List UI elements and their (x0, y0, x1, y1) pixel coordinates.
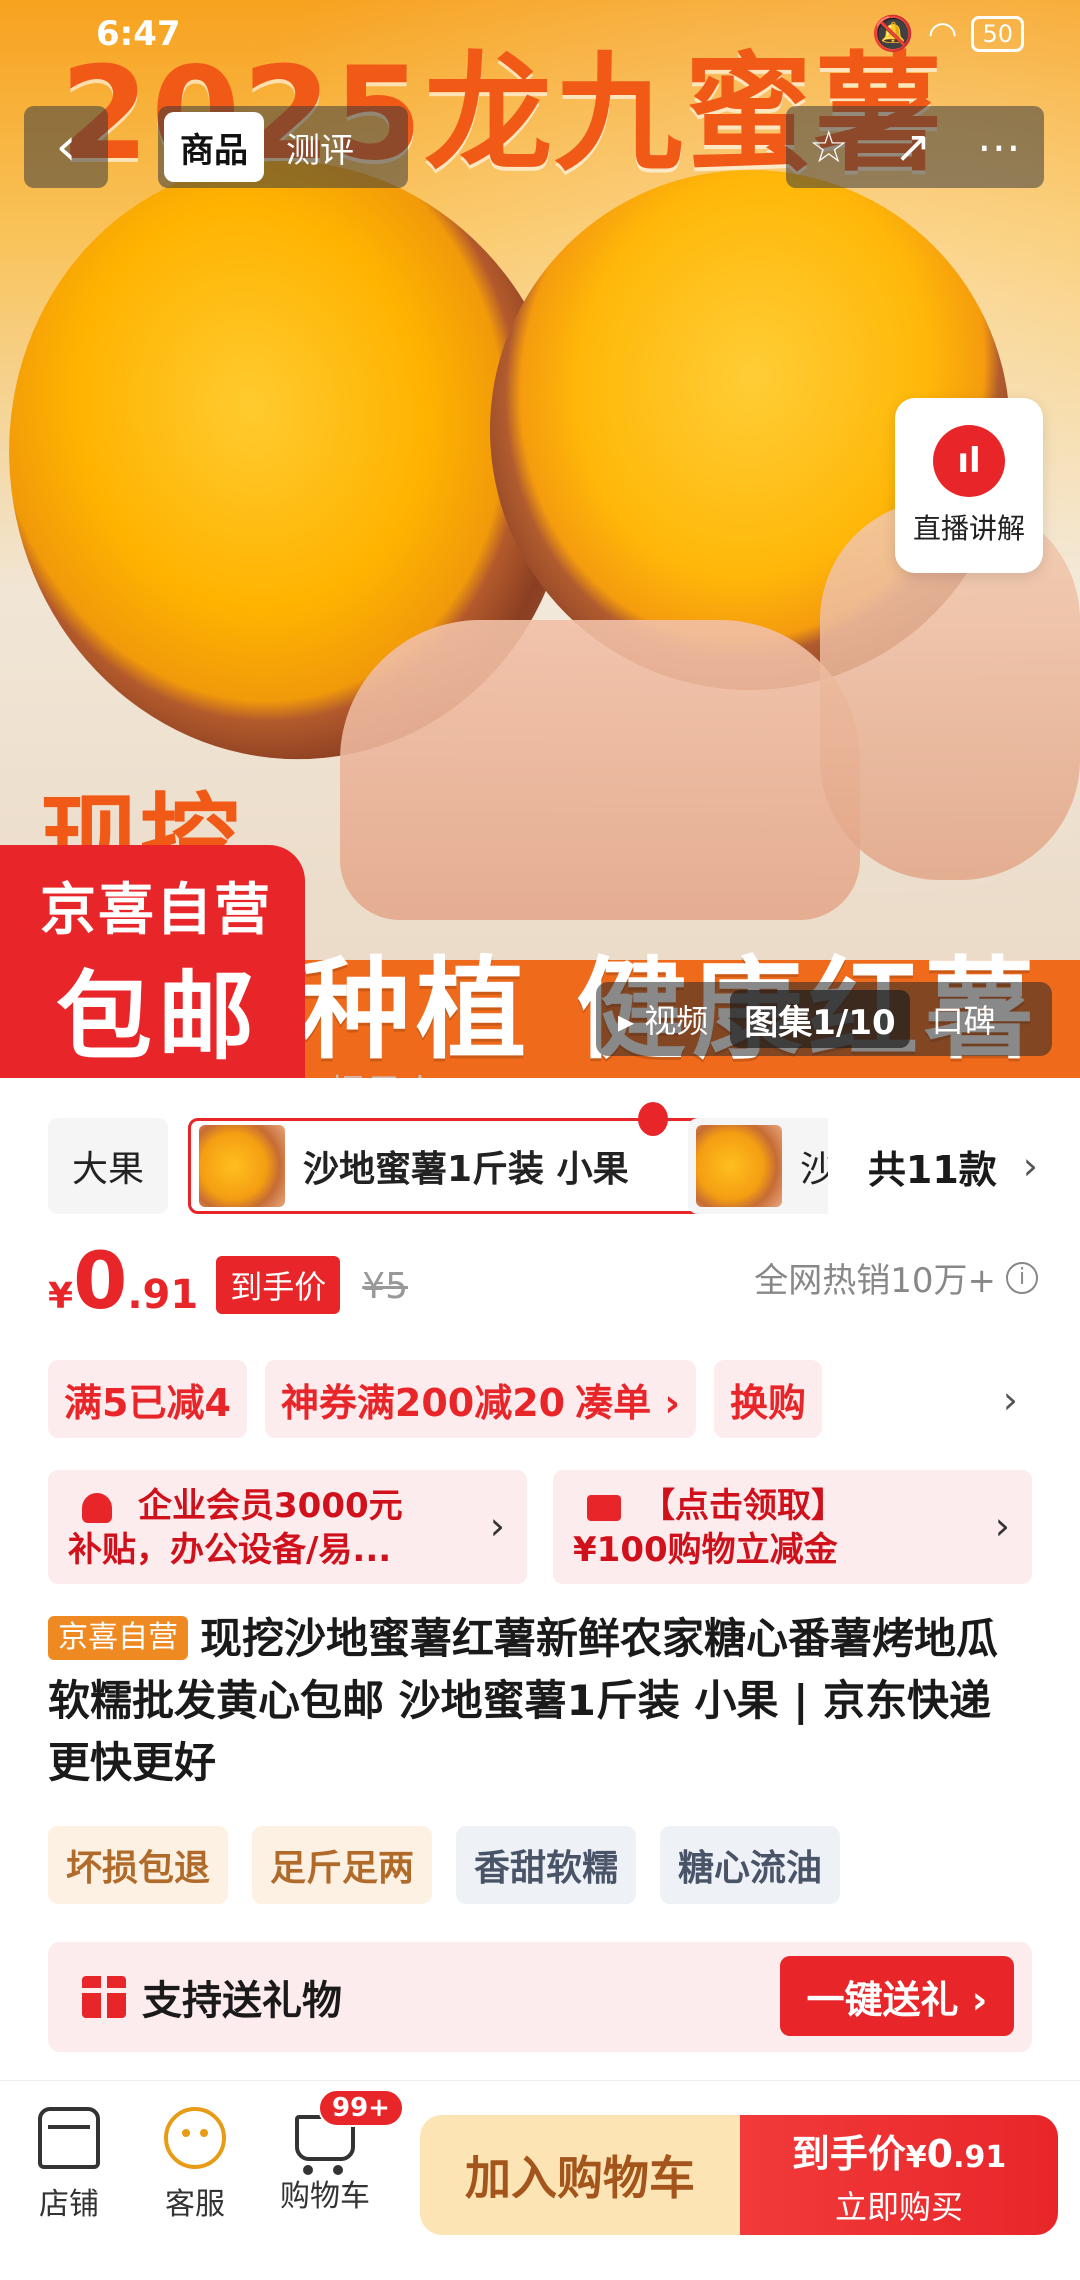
promo-add-items: 凑单 › (575, 1380, 680, 1425)
cart-badge: 99+ (318, 2089, 404, 2127)
person-icon (82, 1492, 112, 1523)
variant-option[interactable]: 沙 (688, 1118, 848, 1214)
buy-now-label: 立即购买 (834, 2187, 963, 2226)
badge-store-label: 京喜自营 (40, 878, 272, 943)
selected-marker-icon (638, 1102, 668, 1136)
promo-coupon-label: 神券满200减20 (280, 1380, 566, 1425)
customer-service-label: 客服 (165, 2187, 225, 2222)
original-price: ¥5 (362, 1266, 409, 1307)
media-tabs: ▸ 视频 图集1/10 口碑 (596, 982, 1052, 1056)
promotions: 满5已减4 神券满200减20 凑单 › 换购 › (48, 1360, 1038, 1438)
badge-free-shipping: 包邮 (56, 961, 260, 1073)
top-tabs: 商品 测评 (158, 106, 408, 188)
promo-exchange[interactable]: 换购 (713, 1360, 822, 1438)
variant-selector: 大果 沙地蜜薯1斤装 小果 沙 共11款 › (48, 1102, 1048, 1218)
product-info: 大果 沙地蜜薯1斤装 小果 沙 共11款 › ¥ 0 .91 到手价 ¥5 全网… (0, 1078, 1080, 2080)
shopping-credit-card[interactable]: 【点击领取】 ¥100购物立减金 › (553, 1470, 1032, 1584)
sales-count: 全网热销10万+ (754, 1261, 996, 1301)
share-icon[interactable]: ↗ (894, 122, 931, 173)
add-to-cart-button[interactable]: 加入购物车 (420, 2115, 740, 2235)
live-stream-label: 直播讲解 (912, 511, 1025, 545)
enterprise-member-card[interactable]: 企业会员3000元 补贴，办公设备/易... › (48, 1470, 527, 1584)
chevron-right-icon: › (1022, 1144, 1038, 1188)
media-tab-gallery[interactable]: 图集1/10 (730, 990, 910, 1048)
price-row: ¥ 0 .91 到手价 ¥5 全网热销10万+ i (48, 1243, 1038, 1333)
battery-icon: 50 (971, 16, 1024, 52)
buy-price-symbol: ¥ (905, 2139, 927, 2175)
back-icon: ‹ (55, 117, 77, 177)
feature-tag: 糖心流油 (660, 1826, 841, 1904)
more-icon[interactable]: ⋯ (977, 122, 1021, 173)
variant-count-button[interactable]: 共11款 › (828, 1118, 1048, 1214)
feature-tag: 足斤足两 (252, 1826, 433, 1904)
chevron-right-icon: › (489, 1504, 505, 1548)
store-label: 店铺 (39, 2187, 99, 2222)
variant-thumbnail (696, 1125, 782, 1207)
card-icon (587, 1494, 621, 1521)
live-stream-button[interactable]: ıl 直播讲解 (895, 398, 1043, 573)
tab-review[interactable]: 测评 (270, 112, 370, 182)
media-tab-reviews[interactable]: 口碑 (918, 990, 1010, 1048)
cart-label: 购物车 (280, 2179, 370, 2214)
bonus-line2: ¥100购物立减金 (573, 1530, 838, 1570)
live-stream-icon: ıl (933, 424, 1005, 497)
mute-icon: 🔕 (871, 14, 914, 54)
chevron-right-icon: › (994, 1504, 1010, 1548)
hand-image (340, 620, 860, 920)
price-decimal: .91 (127, 1272, 199, 1318)
shipping-badge: 京喜自营 包邮 (0, 845, 305, 1078)
media-tab-video[interactable]: ▸ 视频 (604, 990, 722, 1048)
gift-label: 支持送礼物 (142, 1978, 342, 2024)
customer-service-button[interactable]: 客服 (140, 2107, 250, 2223)
bottom-action-bar: 店铺 客服 购物车 99+ 加入购物车 到手价¥0.91 立即购买 (0, 2080, 1080, 2280)
buy-price-int: 0 (926, 2131, 954, 2176)
gift-banner: 支持送礼物 一键送礼 › (48, 1942, 1032, 2052)
info-icon: i (1006, 1261, 1038, 1294)
variant-option[interactable]: 大果 (48, 1118, 168, 1214)
store-icon (38, 2107, 100, 2169)
buy-now-button[interactable]: 到手价¥0.91 立即购买 (740, 2115, 1058, 2235)
bonus-cards: 企业会员3000元 补贴，办公设备/易... › 【点击领取】 ¥100购物立减… (48, 1470, 1032, 1584)
price-currency: ¥ (48, 1276, 74, 1317)
wifi-icon: ◠ (927, 14, 958, 54)
sales-info[interactable]: 全网热销10万+ i (754, 1253, 1038, 1302)
status-bar: 6:47 🔕 ◠ 50 (0, 0, 1080, 72)
promo-coupon[interactable]: 神券满200减20 凑单 › (264, 1360, 696, 1438)
buy-price-dec: .91 (953, 2139, 1007, 2175)
gift-icon (82, 1976, 126, 2018)
chevron-right-icon[interactable]: › (1003, 1378, 1018, 1422)
tab-product[interactable]: 商品 (164, 112, 264, 182)
buy-price-label: 到手价 (791, 2131, 906, 2176)
final-price-tag: 到手价 (216, 1256, 341, 1314)
variant-thumbnail (199, 1125, 285, 1207)
back-button[interactable]: ‹ (24, 106, 108, 188)
promo-discount[interactable]: 满5已减4 (48, 1360, 247, 1438)
product-title: 京喜自营 现挖沙地蜜薯红薯新鲜农家糖心番薯烤地瓜软糯批发黄心包邮 沙地蜜薯1斤装 … (48, 1608, 1038, 1794)
bonus-line1: 【点击领取】 (641, 1486, 845, 1526)
bonus-line1: 企业会员3000元 (138, 1486, 403, 1526)
feature-tags: 坏损包退 足斤足两 香甜软糯 糖心流油 (48, 1826, 841, 1904)
status-time: 6:47 (96, 14, 181, 54)
bonus-line2: 补贴，办公设备/易... (68, 1530, 392, 1570)
send-gift-button[interactable]: 一键送礼 › (780, 1956, 1014, 2036)
customer-service-icon (164, 2107, 226, 2169)
favorite-icon[interactable]: ☆ (809, 122, 848, 173)
store-tag: 京喜自营 (48, 1616, 188, 1660)
variant-option-selected[interactable]: 沙地蜜薯1斤装 小果 (188, 1118, 720, 1214)
variant-count: 共11款 (867, 1147, 997, 1192)
feature-tag: 坏损包退 (48, 1826, 229, 1904)
store-button[interactable]: 店铺 (14, 2107, 124, 2223)
product-title-text: 现挖沙地蜜薯红薯新鲜农家糖心番薯烤地瓜软糯批发黄心包邮 沙地蜜薯1斤装 小果 |… (48, 1614, 999, 1787)
variant-label: 沙地蜜薯1斤装 小果 (303, 1149, 629, 1190)
top-actions: ☆ ↗ ⋯ (786, 106, 1044, 188)
price-integer: 0 (73, 1237, 128, 1327)
feature-tag: 香甜软糯 (456, 1826, 637, 1904)
buy-now-price: 到手价¥0.91 (792, 2123, 1007, 2178)
status-icons: 🔕 ◠ 50 (871, 14, 1024, 54)
